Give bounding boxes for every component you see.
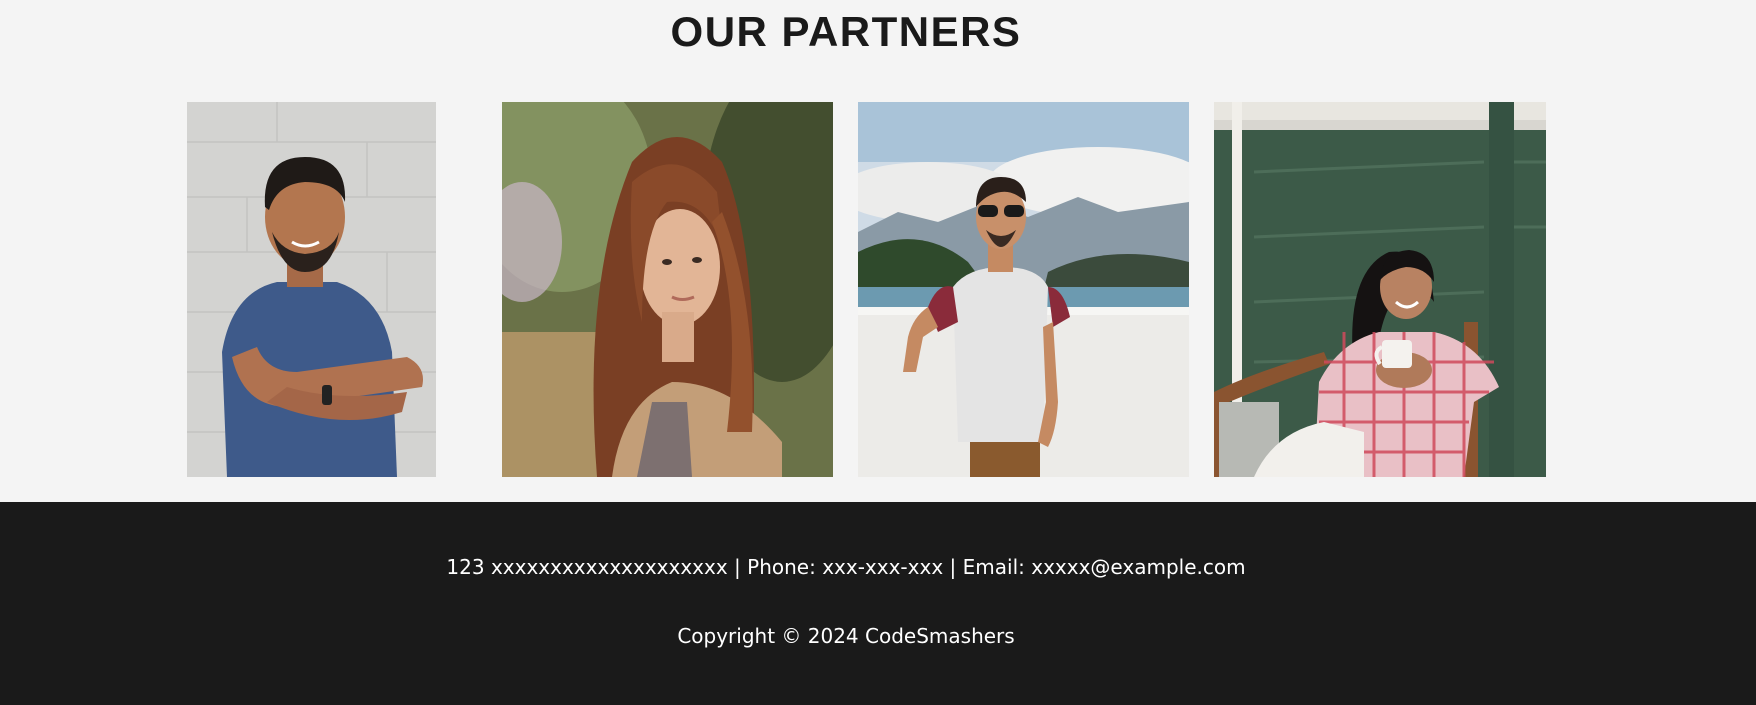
separator: | bbox=[734, 555, 741, 579]
partners-section: OUR PARTNERS bbox=[0, 0, 1756, 502]
partner-photo-1 bbox=[187, 102, 436, 477]
copyright-text: Copyright © 2024 CodeSmashers bbox=[677, 624, 1015, 648]
address-text: 123 xxxxxxxxxxxxxxxxxxxx bbox=[446, 555, 728, 579]
email-address[interactable]: xxxxx@example.com bbox=[1031, 555, 1245, 579]
partner-photo-4 bbox=[1214, 102, 1546, 477]
partner-photo-3 bbox=[858, 102, 1189, 477]
phone-number: xxx-xxx-xxx bbox=[822, 555, 944, 579]
phone-label: Phone: bbox=[747, 555, 816, 579]
email-label: Email: bbox=[962, 555, 1025, 579]
separator: | bbox=[949, 555, 957, 579]
contact-info: 123 xxxxxxxxxxxxxxxxxxxx | Phone: xxx-xx… bbox=[0, 555, 1692, 579]
section-title: OUR PARTNERS bbox=[670, 8, 1022, 55]
partner-photo-2 bbox=[502, 102, 833, 477]
site-footer: 123 xxxxxxxxxxxxxxxxxxxx | Phone: xxx-xx… bbox=[0, 502, 1756, 705]
